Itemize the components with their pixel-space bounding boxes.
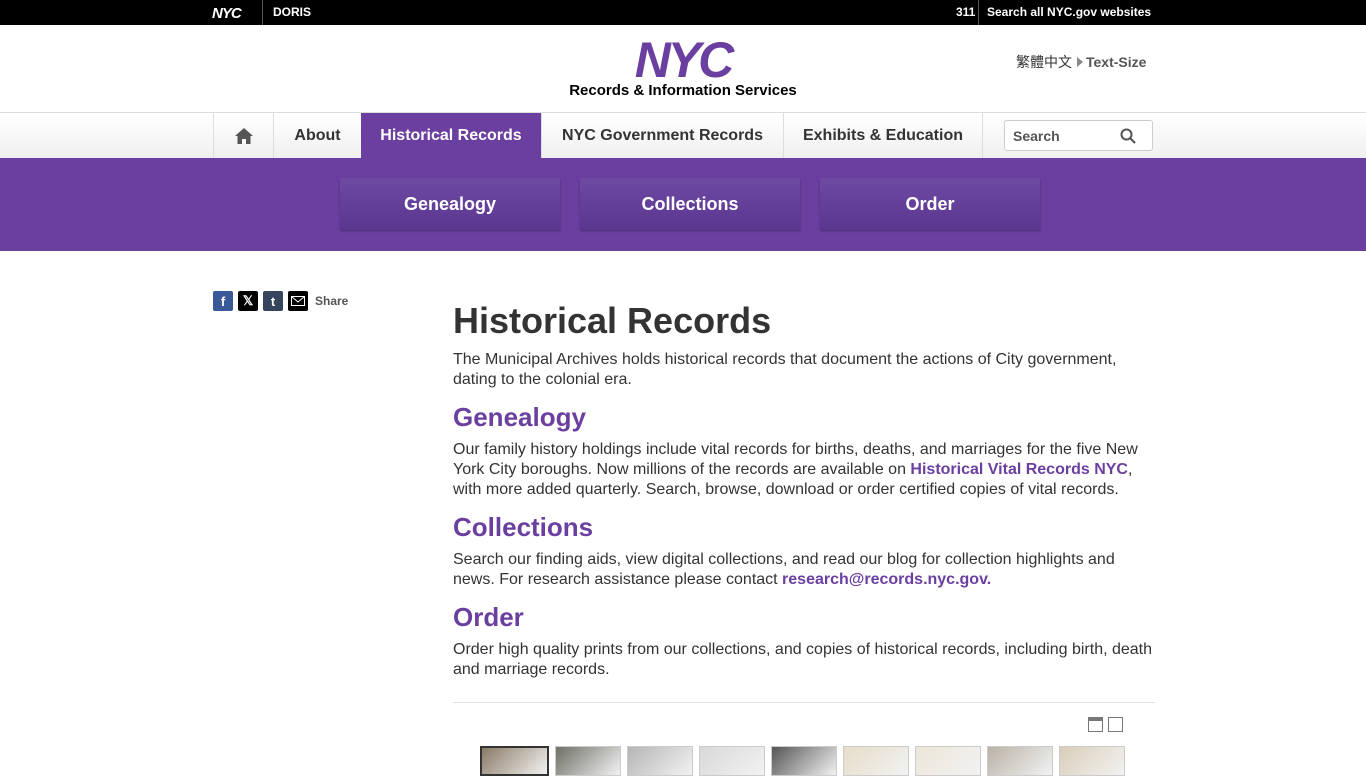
divider [262,0,263,25]
email-icon[interactable] [288,291,308,311]
gallery-thumbnail[interactable] [699,746,765,776]
gallery-thumbnail[interactable] [987,746,1053,776]
genealogy-heading[interactable]: Genealogy [453,402,1155,432]
facebook-icon[interactable]: f [213,291,233,311]
main-content: Historical Records The Municipal Archive… [453,300,1155,703]
gallery-view-toggles [1088,717,1128,732]
share-bar: f 𝕏 t Share [213,291,348,311]
page-title: Historical Records [453,300,772,341]
gallery-thumbnail[interactable] [771,746,837,776]
search-input[interactable] [1005,121,1115,150]
genealogy-text: Our family history holdings include vita… [453,441,1138,498]
gallery-thumbnail[interactable] [1059,746,1125,776]
subnav-order-button[interactable]: Order [820,178,1040,230]
311-link[interactable]: 311 [956,5,975,19]
slideshow-view-icon[interactable] [1088,717,1103,732]
gallery-thumbnails [480,746,1131,776]
x-icon[interactable]: 𝕏 [238,291,258,311]
nyc-gov-logo[interactable]: NYC [212,5,242,22]
search-icon[interactable] [1120,128,1136,144]
nav-historical-records[interactable]: Historical Records [361,113,541,158]
divider [453,702,1155,703]
gallery-thumbnail[interactable] [843,746,909,776]
single-view-icon[interactable] [1108,717,1123,732]
caret-right-icon [1077,57,1083,67]
home-icon [234,127,253,144]
divider [978,0,979,25]
nav-home[interactable] [213,113,273,158]
text-size-link[interactable]: Text-Size [1086,54,1146,70]
search-box [1004,120,1153,151]
site-title[interactable]: Records & Information Services [0,82,1366,99]
gallery-thumbnail[interactable] [555,746,621,776]
search-all-nyc-link[interactable]: Search all NYC.gov websites [987,5,1151,19]
research-email-link[interactable]: research@records.nyc.gov [782,571,987,588]
section-subnav: Genealogy Collections Order [0,158,1366,251]
gallery-thumbnail[interactable] [915,746,981,776]
nav-about[interactable]: About [273,113,361,158]
main-nav: About Historical Records NYC Government … [0,113,1366,158]
collections-heading[interactable]: Collections [453,512,1155,542]
order-heading[interactable]: Order [453,602,1155,632]
share-label: Share [315,294,349,308]
nav-exhibits-education[interactable]: Exhibits & Education [783,113,983,158]
nyc-logo-icon[interactable]: NYC [622,35,744,83]
tumblr-icon[interactable]: t [263,291,283,311]
gallery-thumbnail[interactable] [480,746,549,776]
nav-nyc-government-records[interactable]: NYC Government Records [541,113,783,158]
language-link[interactable]: 繁體中文 [1016,54,1072,70]
subnav-genealogy-button[interactable]: Genealogy [340,178,560,230]
subnav-collections-button[interactable]: Collections [580,178,800,230]
top-bar: NYC DORIS 311 Search all NYC.gov website… [0,0,1366,25]
order-text: Order high quality prints from our colle… [453,641,1153,678]
site-header: NYC Records & Information Services 繁體中文 T… [0,25,1366,113]
collections-text: Search our finding aids, view digital co… [453,551,1115,588]
historical-vital-records-link[interactable]: Historical Vital Records NYC [910,461,1128,478]
language-and-text-size: 繁體中文 Text-Size [1016,52,1146,72]
gallery-thumbnail[interactable] [627,746,693,776]
svg-text:NYC: NYC [635,35,735,83]
doris-link[interactable]: DORIS [273,5,311,19]
intro-text: The Municipal Archives holds historical … [453,351,1117,388]
